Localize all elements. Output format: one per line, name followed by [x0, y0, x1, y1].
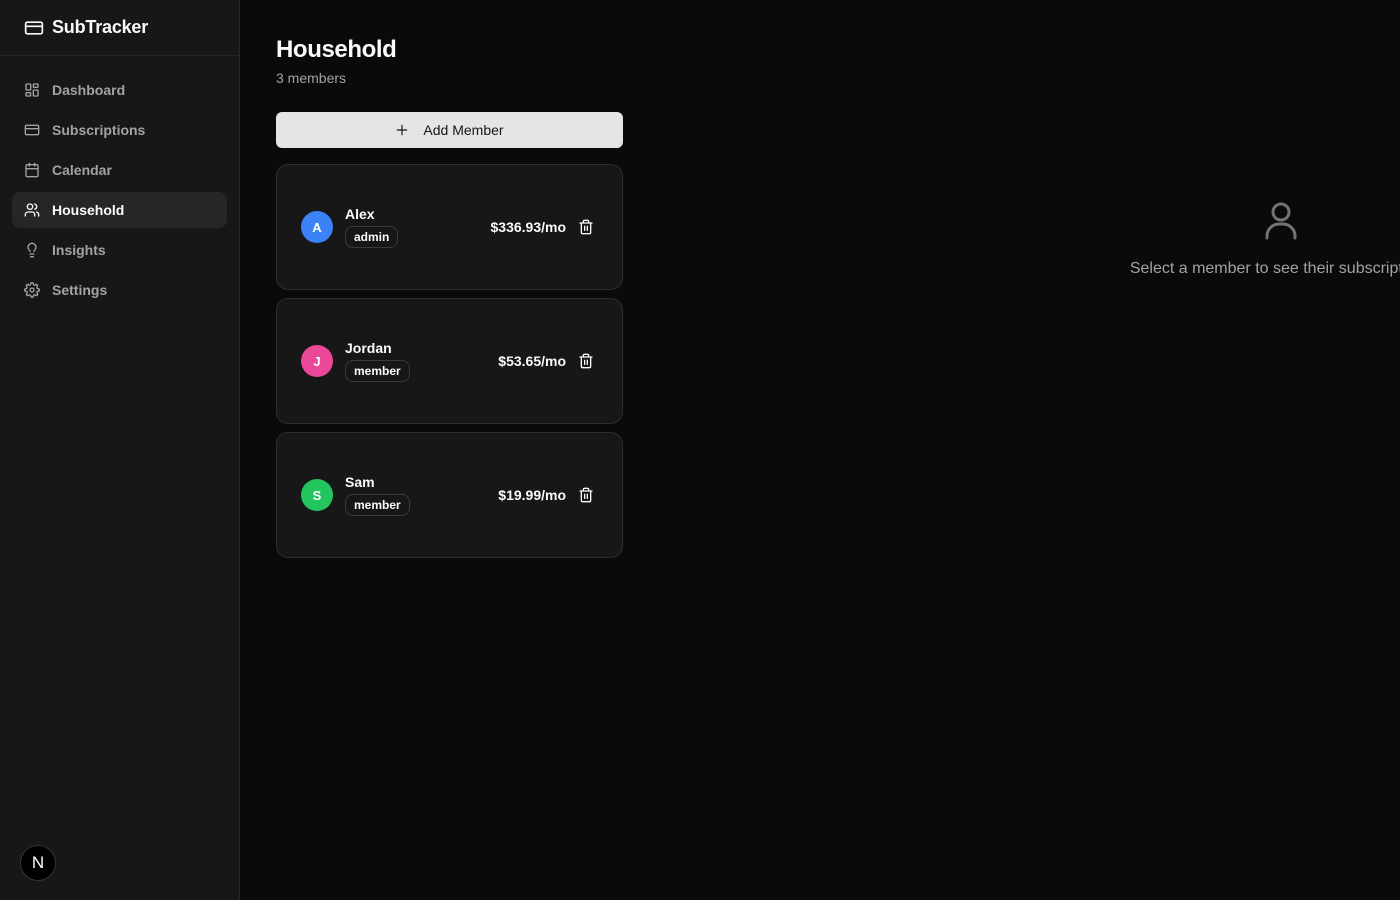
avatar: S	[301, 479, 333, 511]
trash-icon	[579, 353, 593, 369]
sidebar-item-subscriptions[interactable]: Subscriptions	[12, 112, 227, 148]
sidebar-item-insights[interactable]: Insights	[12, 232, 227, 268]
member-card-jordan[interactable]: J Jordan member $53.65/mo	[276, 298, 623, 424]
user-icon	[1265, 202, 1297, 240]
role-badge: member	[345, 494, 410, 516]
delete-member-button[interactable]	[578, 487, 594, 503]
settings-icon	[24, 282, 40, 298]
member-name: Jordan	[345, 340, 392, 356]
sidebar: SubTracker Dashboard Subscriptions Calen…	[0, 0, 240, 900]
plus-icon	[397, 124, 408, 136]
avatar: A	[301, 211, 333, 243]
sidebar-item-label: Subscriptions	[52, 122, 146, 138]
member-card-sam[interactable]: S Sam member $19.99/mo	[276, 432, 623, 558]
sidebar-item-household[interactable]: Household	[12, 192, 227, 228]
member-count: 3 members	[276, 70, 347, 86]
trash-icon	[579, 219, 593, 235]
brand[interactable]: SubTracker	[0, 0, 239, 56]
member-name: Sam	[345, 474, 375, 490]
role-badge: admin	[345, 226, 399, 248]
lightbulb-icon	[27, 242, 37, 258]
page-title: Household	[276, 36, 397, 63]
credit-card-icon	[24, 124, 40, 136]
role-badge: member	[345, 360, 410, 382]
layout-dashboard-icon	[25, 83, 39, 97]
member-monthly-cost: $336.93/mo	[490, 219, 567, 235]
add-member-label: Add Member	[423, 122, 504, 138]
app-name: SubTracker	[52, 17, 149, 37]
member-monthly-cost: $53.65/mo	[498, 353, 566, 369]
delete-member-button[interactable]	[578, 219, 594, 235]
sidebar-item-label: Dashboard	[52, 82, 126, 98]
users-icon	[24, 203, 40, 217]
sidebar-item-calendar[interactable]: Calendar	[12, 152, 227, 188]
empty-state-message: Select a member to see their subscriptio…	[1129, 260, 1400, 277]
sidebar-nav: Dashboard Subscriptions Calendar Househo…	[0, 56, 239, 324]
member-card-alex[interactable]: A Alex admin $336.93/mo	[276, 164, 623, 290]
empty-state: Select a member to see their subscriptio…	[1076, 196, 1400, 278]
sidebar-item-label: Household	[52, 202, 125, 218]
avatar: J	[301, 345, 333, 377]
member-name: Alex	[345, 206, 375, 222]
sidebar-item-label: Insights	[52, 242, 106, 258]
member-monthly-cost: $19.99/mo	[498, 487, 566, 503]
sidebar-item-label: Calendar	[52, 162, 112, 178]
sidebar-item-settings[interactable]: Settings	[12, 272, 227, 308]
delete-member-button[interactable]	[578, 353, 594, 369]
sidebar-item-dashboard[interactable]: Dashboard	[12, 72, 227, 108]
sidebar-item-label: Settings	[52, 282, 108, 298]
calendar-icon	[25, 162, 39, 178]
user-avatar[interactable]: N	[20, 845, 56, 881]
member-list: A Alex admin $336.93/mo J Jordan member …	[276, 164, 623, 566]
trash-icon	[579, 487, 593, 503]
add-member-button[interactable]: Add Member	[276, 112, 623, 148]
credit-card-icon	[24, 20, 44, 35]
